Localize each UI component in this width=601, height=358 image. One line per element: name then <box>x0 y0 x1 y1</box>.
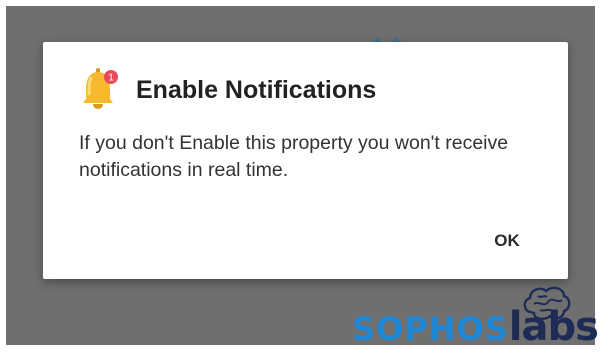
wordmark-sophos: SOPHOS <box>352 310 509 348</box>
sophoslabs-wordmark: SOPHOSlabs <box>352 304 599 358</box>
notification-dialog: 1 Enable Notifications If you don't Enab… <box>43 42 568 279</box>
dialog-message: If you don't Enable this property you wo… <box>79 132 509 181</box>
dialog-title: Enable Notifications <box>136 75 377 104</box>
dialog-header: 1 Enable Notifications <box>80 66 376 114</box>
sophoslabs-watermark: SOPHOSlabs <box>352 286 600 350</box>
ok-button[interactable]: OK <box>479 226 535 256</box>
bell-icon: 1 <box>80 66 122 114</box>
svg-text:1: 1 <box>108 73 114 84</box>
wordmark-labs: labs <box>508 304 599 350</box>
